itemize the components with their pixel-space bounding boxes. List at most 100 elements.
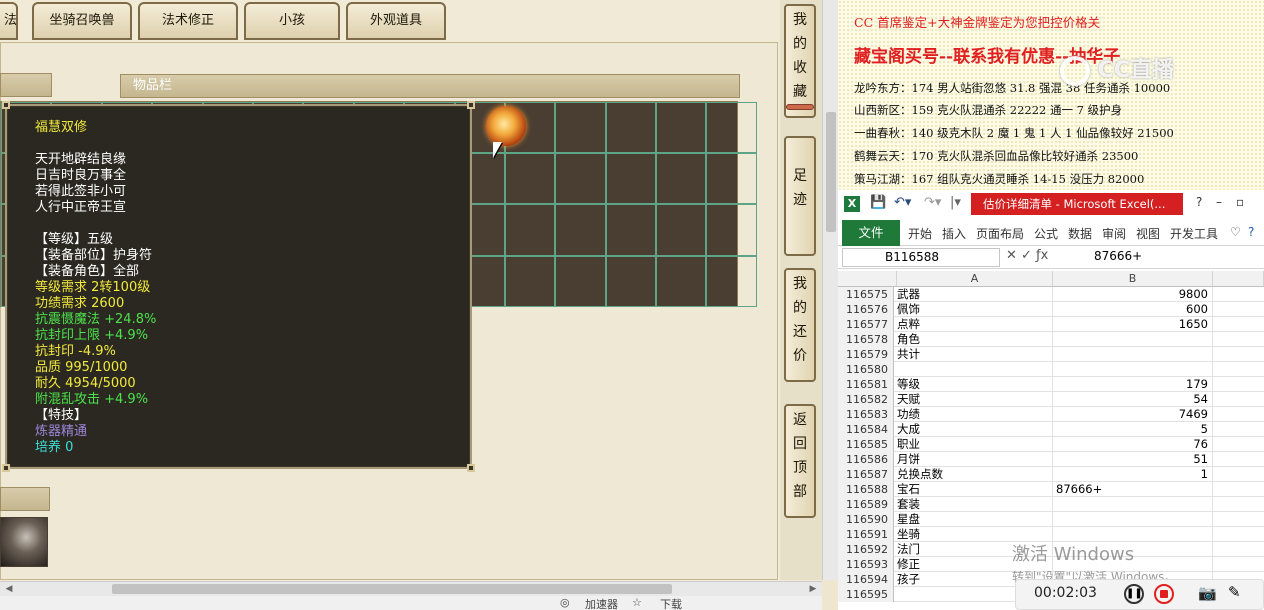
horizontal-scrollbar[interactable]: ◀ ▶ <box>0 581 822 596</box>
tab-appearance[interactable]: 外观道具 <box>346 2 446 40</box>
select-all-corner[interactable] <box>838 271 897 287</box>
cell-b[interactable] <box>1053 347 1213 362</box>
cell-b[interactable]: 87666+ <box>1053 482 1213 497</box>
cell-b[interactable]: 1650 <box>1053 317 1213 332</box>
restore-icon[interactable]: ▫ <box>1236 195 1244 209</box>
column-header-a[interactable]: A <box>897 271 1053 287</box>
tab-insert[interactable]: 插入 <box>942 225 966 242</box>
cell-a[interactable]: 等级 <box>897 377 1053 392</box>
scroll-right-icon[interactable]: ▶ <box>806 583 820 596</box>
cell-a[interactable]: 宝石 <box>897 482 1053 497</box>
cell-a[interactable]: 职业 <box>897 437 1053 452</box>
row-number[interactable]: 116595 <box>838 587 894 602</box>
undo-icon[interactable]: ↶▾ <box>894 195 911 210</box>
pen-icon[interactable]: ✎ <box>1228 583 1241 601</box>
inventory-slot[interactable] <box>504 153 556 205</box>
inventory-slot[interactable] <box>555 102 606 154</box>
cell-b[interactable]: 76 <box>1053 437 1213 452</box>
tab-view[interactable]: 视图 <box>1136 225 1160 242</box>
inventory-slot[interactable] <box>656 204 707 256</box>
my-favorites-button[interactable]: 我的收藏 <box>784 4 816 118</box>
cell-b[interactable] <box>1053 497 1213 512</box>
tab-spell-mod[interactable]: 法术修正 <box>138 2 238 40</box>
pause-icon[interactable]: ❚❚ <box>1124 584 1144 604</box>
row-number[interactable]: 116586 <box>838 452 894 467</box>
column-header-c[interactable] <box>1213 271 1264 287</box>
footprint-button[interactable]: 足迹 <box>784 136 816 256</box>
row-number[interactable]: 116593 <box>838 557 894 572</box>
tab-mount-summon[interactable]: 坐骑召唤兽 <box>32 2 132 40</box>
redo-icon[interactable]: ↷▾ <box>924 195 941 210</box>
help-icon[interactable]: ? <box>1196 195 1202 209</box>
row-number[interactable]: 116589 <box>838 497 894 512</box>
stop-record-icon[interactable] <box>1154 584 1174 604</box>
cell-a[interactable]: 功绩 <box>897 407 1053 422</box>
inventory-slot[interactable] <box>605 204 657 256</box>
column-header-b[interactable]: B <box>1053 271 1213 287</box>
inventory-slot[interactable] <box>706 153 757 205</box>
row-number[interactable]: 116579 <box>838 347 894 362</box>
cell-a[interactable]: 大成 <box>897 422 1053 437</box>
row-number[interactable]: 116576 <box>838 302 894 317</box>
scroll-left-icon[interactable]: ◀ <box>2 583 16 596</box>
row-number[interactable]: 116592 <box>838 542 894 557</box>
row-number[interactable]: 116581 <box>838 377 894 392</box>
tab-child[interactable]: 小孩 <box>244 2 340 40</box>
cell-b[interactable]: 7469 <box>1053 407 1213 422</box>
cell-a[interactable]: 套装 <box>897 497 1053 512</box>
tab-home[interactable]: 开始 <box>908 225 932 242</box>
tab-page-layout[interactable]: 页面布局 <box>976 225 1024 242</box>
row-number[interactable]: 116582 <box>838 392 894 407</box>
formula-buttons-icon[interactable]: ✕ ✓ ƒx <box>1006 248 1048 263</box>
cell-b[interactable]: 179 <box>1053 377 1213 392</box>
accelerator-icon[interactable]: ◎ <box>560 596 570 609</box>
inventory-slot[interactable] <box>605 102 657 154</box>
inventory-slot[interactable] <box>706 255 757 307</box>
name-box[interactable]: B116588 <box>842 248 1000 267</box>
cell-a[interactable]: 星盘 <box>897 512 1053 527</box>
cell-b[interactable]: 9800 <box>1053 287 1213 302</box>
customize-icon[interactable]: |▾ <box>950 195 961 210</box>
inventory-slot[interactable] <box>656 255 707 307</box>
inventory-slot[interactable] <box>656 153 707 205</box>
inventory-slot[interactable] <box>605 255 657 307</box>
row-number[interactable]: 116585 <box>838 437 894 452</box>
inventory-slot[interactable] <box>555 153 606 205</box>
row-number[interactable]: 116583 <box>838 407 894 422</box>
row-number[interactable]: 116594 <box>838 572 894 587</box>
vertical-scrollbar[interactable] <box>822 0 838 580</box>
tab-file[interactable]: 文件 <box>842 220 900 246</box>
inventory-slot[interactable] <box>706 204 757 256</box>
tab-review[interactable]: 审阅 <box>1102 225 1126 242</box>
cell-b[interactable]: 54 <box>1053 392 1213 407</box>
back-to-top-button[interactable]: 返回顶部 <box>784 404 816 518</box>
inventory-slot[interactable] <box>504 255 556 307</box>
tab-formulas[interactable]: 公式 <box>1034 225 1058 242</box>
inventory-slot[interactable] <box>656 102 707 154</box>
cell-b[interactable]: 51 <box>1053 452 1213 467</box>
formula-input[interactable]: 87666+ <box>1094 249 1142 263</box>
row-number[interactable]: 116590 <box>838 512 894 527</box>
cell-b[interactable] <box>1053 512 1213 527</box>
tab-data[interactable]: 数据 <box>1068 225 1092 242</box>
scroll-thumb[interactable] <box>112 584 672 594</box>
status-accelerator[interactable]: 加速器 <box>585 596 618 610</box>
cell-a[interactable]: 武器 <box>897 287 1053 302</box>
cell-a[interactable] <box>897 362 1053 377</box>
inventory-slot[interactable] <box>555 255 606 307</box>
status-share-icon[interactable]: ☆ <box>632 596 642 609</box>
cell-b[interactable] <box>1053 362 1213 377</box>
help-circle-icon[interactable]: ? <box>1248 225 1254 239</box>
ribbon-collapse-icon[interactable]: ♡ <box>1230 225 1241 239</box>
cell-b[interactable]: 5 <box>1053 422 1213 437</box>
cell-b[interactable]: 600 <box>1053 302 1213 317</box>
row-number[interactable]: 116575 <box>838 287 894 302</box>
row-number[interactable]: 116578 <box>838 332 894 347</box>
cell-b[interactable]: 1 <box>1053 467 1213 482</box>
cell-a[interactable]: 角色 <box>897 332 1053 347</box>
inventory-slot[interactable] <box>605 153 657 205</box>
row-number[interactable]: 116577 <box>838 317 894 332</box>
cell-a[interactable]: 兑换点数 <box>897 467 1053 482</box>
status-download[interactable]: 下载 <box>660 596 682 610</box>
cell-b[interactable] <box>1053 332 1213 347</box>
